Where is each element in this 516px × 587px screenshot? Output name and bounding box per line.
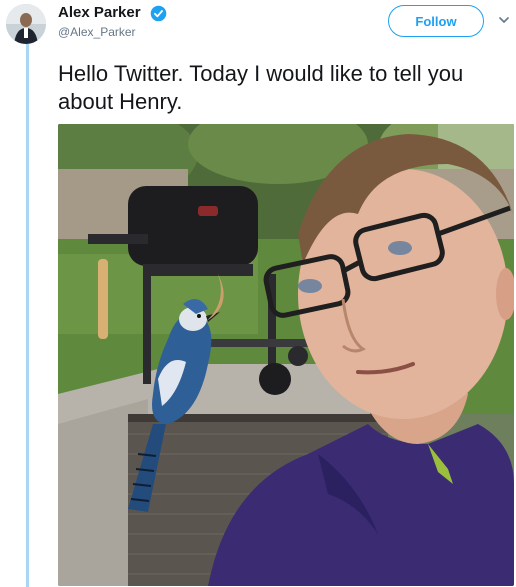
tweet-text: Hello Twitter. Today I would like to tel… [58,61,464,114]
verified-badge-icon [150,5,167,22]
avatar[interactable] [6,4,46,44]
tweet-card: Alex Parker @Alex_Parker Follow Hello Tw… [0,0,516,587]
display-name[interactable]: Alex Parker [58,4,141,21]
user-handle[interactable]: @Alex_Parker [58,25,136,39]
follow-button[interactable]: Follow [388,5,484,37]
thread-line [26,44,29,587]
chevron-down-icon[interactable] [498,14,510,26]
tweet-photo[interactable] [58,124,514,586]
